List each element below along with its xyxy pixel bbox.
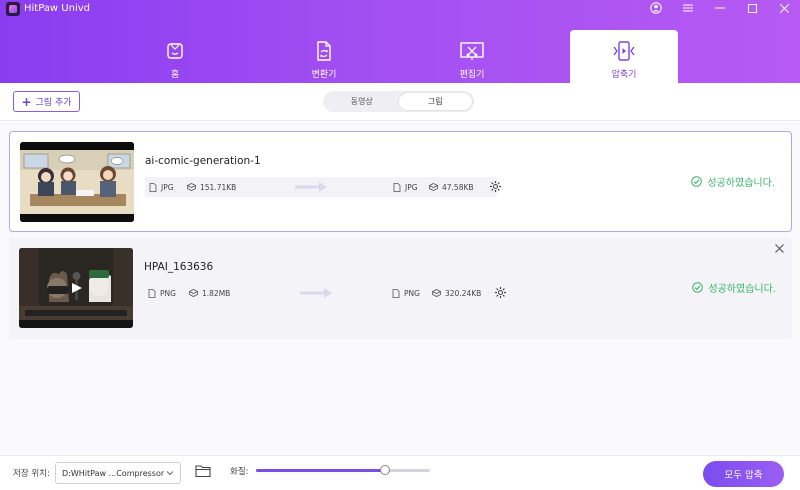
output-size-label: 47.58KB [442,182,474,192]
arrow-right-icon [295,182,327,192]
home-icon [165,40,185,62]
source-format: JPG [149,177,174,197]
output-format-label: PNG [404,288,420,298]
source-size: 151.71KB [187,177,236,197]
output-size: 320.24KB [432,283,481,303]
add-image-button[interactable]: + 그림 추가 [13,91,80,112]
status-text: 성공하였습니다. [707,178,775,189]
segment-video[interactable]: 동영상 [325,93,399,110]
file-card[interactable]: HPAI_163636 PNG 1.82MB PNG 320.24KB 성공하였… [9,238,792,339]
footer-bar: 저장 위치: D:WHitPaw ...Compressor 화질: 모두 압축 [0,455,800,490]
file-name: HPAI_163636 [144,261,214,273]
status-success: 성공하였습니다. [691,174,775,189]
segment-image[interactable]: 그림 [398,93,472,110]
tab-label: 편집기 [459,70,485,80]
app-title: HitPaw Univd [24,3,90,14]
source-format: PNG [148,283,176,303]
file-thumbnail[interactable] [20,142,134,222]
slider-fill [256,469,385,472]
compressor-icon [612,40,636,62]
gear-icon[interactable] [494,286,507,299]
app-header: HitPaw Univd 홈 변환기 편집기 압축기 [0,0,800,83]
status-success: 성공하였습니다. [692,280,776,295]
quality-label: 화질: [230,467,249,477]
window-controls [640,0,800,16]
save-path-value: D:WHitPaw ...Compressor [62,468,165,478]
compress-all-button[interactable]: 모두 압축 [703,461,784,487]
file-icon [393,182,401,192]
tab-home[interactable]: 홈 [121,30,229,83]
output-format-label: JPG [405,182,418,192]
file-info-row: PNG 1.82MB PNG 320.24KB [144,283,506,303]
editor-icon [459,40,485,62]
file-card[interactable]: ai-comic-generation-1 JPG 151.71KB JPG 4… [9,131,792,232]
file-name: ai-comic-generation-1 [145,155,261,167]
tab-label: 변환기 [311,70,337,80]
file-info-row: JPG 151.71KB JPG 47.58KB [145,177,501,197]
folder-icon[interactable] [195,464,211,478]
file-icon [148,288,156,298]
source-size: 1.82MB [189,283,230,303]
tab-label: 홈 [170,70,180,80]
converter-icon [314,40,334,62]
maximize-icon[interactable] [736,0,768,16]
slider-knob[interactable] [379,465,390,475]
output-format: JPG [393,177,418,197]
account-icon[interactable] [640,0,672,16]
size-icon [189,289,198,297]
tab-editor[interactable]: 편집기 [418,30,526,83]
tab-compressor[interactable]: 압축기 [570,30,678,83]
menu-icon[interactable] [672,0,704,16]
plus-icon: + [21,94,32,109]
toolbar: + 그림 추가 동영상 그림 [0,83,800,121]
output-format: PNG [392,283,420,303]
tab-converter[interactable]: 변환기 [270,30,378,83]
save-location-label: 저장 위치: [13,469,50,479]
arrow-right-icon [300,288,332,298]
check-circle-icon [691,176,703,187]
size-icon [432,289,441,297]
tab-label: 압축기 [611,70,637,80]
status-text: 성공하였습니다. [708,284,776,295]
media-type-toggle: 동영상 그림 [323,91,474,112]
source-size-label: 151.71KB [200,182,237,192]
output-size: 47.58KB [429,177,474,197]
app-logo-icon [6,2,20,16]
file-icon [149,182,157,192]
quality-slider[interactable] [256,465,430,476]
close-window-icon[interactable] [768,0,800,16]
minimize-icon[interactable] [704,0,736,16]
chevron-down-icon [166,471,174,476]
save-path-select[interactable]: D:WHitPaw ...Compressor [55,462,181,484]
source-format-label: PNG [160,288,176,298]
source-size-label: 1.82MB [202,288,231,298]
remove-file-icon[interactable] [772,241,786,255]
file-list: ai-comic-generation-1 JPG 151.71KB JPG 4… [0,122,800,454]
file-thumbnail[interactable] [19,248,133,328]
check-circle-icon [692,282,704,293]
size-icon [429,183,438,191]
size-icon [187,183,196,191]
add-image-label: 그림 추가 [35,98,72,108]
source-format-label: JPG [161,182,174,192]
file-icon [392,288,400,298]
gear-icon[interactable] [489,180,502,193]
output-size-label: 320.24KB [445,288,482,298]
